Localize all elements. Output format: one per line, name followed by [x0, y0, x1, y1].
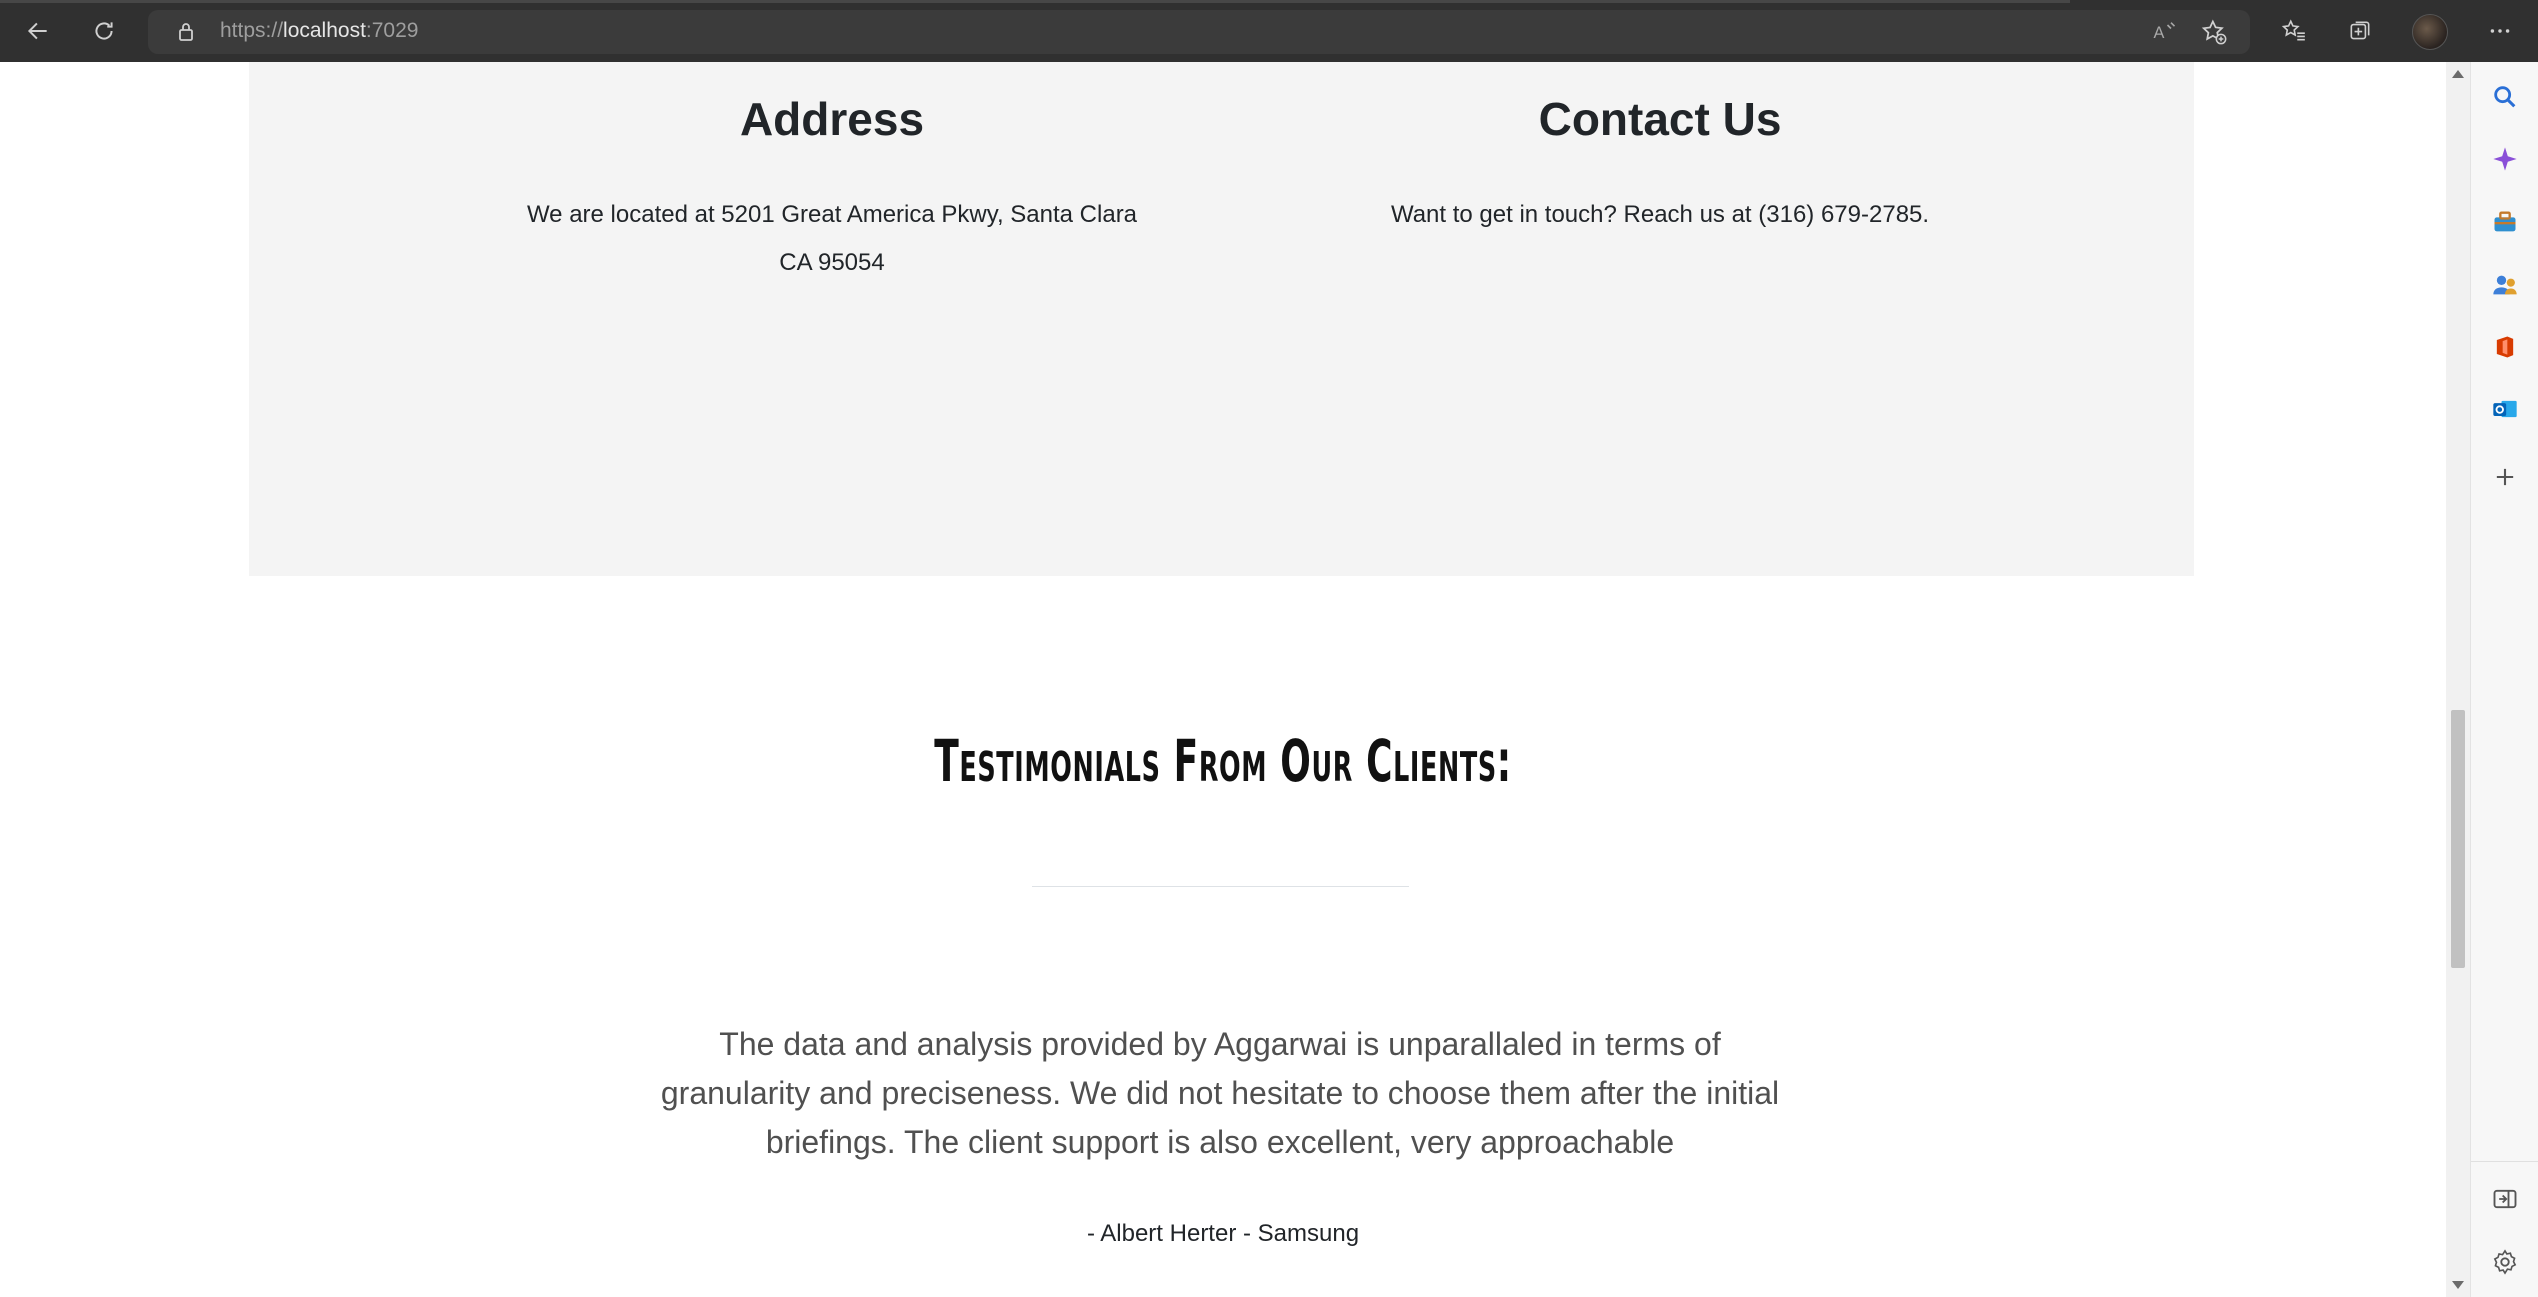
settings-icon[interactable] [2488, 1245, 2522, 1279]
split-screen-icon[interactable] [2488, 1182, 2522, 1216]
outlook-icon[interactable] [2488, 392, 2522, 426]
scrollbar[interactable] [2446, 62, 2470, 1297]
browser-sidebar [2470, 62, 2538, 1297]
scroll-up-arrow-icon[interactable] [2452, 70, 2464, 78]
refresh-icon[interactable] [86, 13, 122, 49]
divider [1032, 886, 1409, 887]
people-icon[interactable] [2488, 268, 2522, 302]
testimonial-author: - Albert Herter - Samsung [1086, 1220, 1360, 1247]
url-port: :7029 [365, 19, 419, 42]
page-viewport: Address We are located at 5201 Great Ame… [0, 62, 2446, 1297]
address-bar[interactable]: https://localhost:7029 A [148, 10, 2250, 54]
collections-icon[interactable] [2342, 13, 2378, 49]
info-section: Address We are located at 5201 Great Ame… [249, 62, 2194, 576]
sidebar-divider [2471, 1161, 2538, 1162]
read-aloud-icon[interactable]: A [2150, 18, 2178, 46]
profile-avatar[interactable] [2412, 14, 2448, 50]
search-icon[interactable] [2488, 80, 2522, 114]
testimonials-title: Testimonials From Our Clients: [934, 727, 1512, 795]
lock-icon[interactable] [174, 20, 198, 44]
office-icon[interactable] [2488, 330, 2522, 364]
back-icon[interactable] [20, 13, 56, 49]
browser-toolbar: https://localhost:7029 A [0, 0, 2538, 62]
url-host: localhost [283, 19, 366, 42]
address-line1: We are located at 5201 Great America Pkw… [526, 201, 1138, 228]
address-line2: CA 95054 [779, 249, 885, 276]
address-text: We are located at 5201 Great America Pkw… [492, 191, 1172, 287]
add-favorite-icon[interactable] [2200, 18, 2228, 46]
copilot-icon[interactable] [2488, 142, 2522, 176]
scroll-down-arrow-icon[interactable] [2452, 1281, 2464, 1289]
tools-icon[interactable] [2488, 205, 2522, 239]
contact-heading: Contact Us [1538, 93, 1782, 145]
tab-strip-edge [0, 0, 2070, 3]
more-icon[interactable] [2482, 13, 2518, 49]
testimonial-quote: The data and analysis provided by Aggarw… [660, 1026, 1780, 1160]
add-icon[interactable] [2488, 460, 2522, 494]
url-scheme: https:// [220, 19, 284, 42]
contact-text: Want to get in touch? Reach us at (316) … [1390, 201, 1930, 228]
favorites-icon[interactable] [2276, 13, 2312, 49]
scrollbar-thumb[interactable] [2451, 710, 2465, 968]
svg-text:A: A [2154, 24, 2165, 42]
url-text[interactable]: https://localhost:7029 [220, 19, 418, 43]
address-heading: Address [739, 93, 925, 145]
